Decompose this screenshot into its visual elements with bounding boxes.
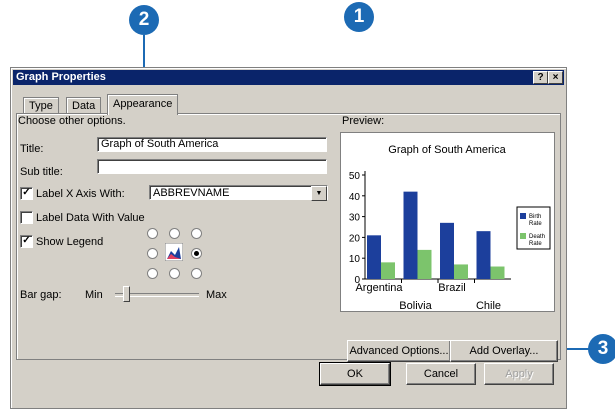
legend-label: Birth	[529, 214, 541, 220]
label-data-checkbox[interactable]	[20, 211, 33, 224]
appearance-panel: Choose other options. Preview: Title: Su…	[16, 113, 561, 362]
tab-data[interactable]: Data	[66, 97, 102, 114]
title-label: Title:	[20, 143, 44, 155]
callout-1: 1	[344, 2, 374, 32]
help-button[interactable]: ?	[533, 71, 548, 84]
bar-birth-argentina	[367, 235, 381, 279]
label-x-axis-checkbox[interactable]: ✓	[20, 187, 33, 200]
legend-label: Death	[529, 234, 545, 240]
legend-pos-top[interactable]	[169, 228, 180, 239]
bar-birth-brazil	[440, 222, 454, 279]
bar-gap-label: Bar gap:	[20, 289, 62, 301]
legend-pos-top-right[interactable]	[191, 228, 202, 239]
ok-button[interactable]: OK	[319, 362, 391, 386]
legend-pos-bottom-right[interactable]	[191, 268, 202, 279]
chart-title: Graph of South America	[388, 144, 506, 156]
y-tick-label: 10	[349, 254, 361, 265]
bar-death-argentina	[381, 262, 395, 279]
bar-gap-min: Min	[85, 289, 103, 301]
chevron-down-icon[interactable]: ▼	[311, 186, 327, 201]
legend-pos-bottom-left[interactable]	[147, 268, 158, 279]
bar-gap-slider-thumb[interactable]	[123, 286, 130, 302]
preview-chart: Graph of South America01020304050Argenti…	[349, 144, 551, 311]
x-tick-label: Brazil	[438, 282, 466, 294]
label-x-axis-value: ABBREVNAME	[153, 187, 230, 199]
label-data-label: Label Data With Value	[36, 212, 145, 224]
x-tick-label: Chile	[476, 300, 501, 311]
callout-2: 2	[129, 5, 159, 35]
y-tick-label: 50	[349, 171, 361, 182]
advanced-options-button[interactable]: Advanced Options...	[347, 340, 451, 362]
x-tick-label: Bolivia	[399, 300, 432, 311]
legend-pos-right[interactable]	[191, 248, 202, 259]
legend-label-2: Rate	[529, 241, 542, 247]
chart-preview: Graph of South America 0 10 20 30 40 50 Argenti…	[340, 132, 555, 312]
tab-appearance[interactable]: Appearance	[107, 94, 179, 115]
bar-death-bolivia	[417, 249, 432, 279]
show-legend-label: Show Legend	[36, 236, 104, 248]
preview-label: Preview:	[342, 115, 385, 127]
legend-pos-top-left[interactable]	[147, 228, 158, 239]
bar-birth-bolivia	[403, 191, 418, 279]
y-tick-label: 30	[349, 213, 361, 224]
window-title: Graph Properties	[16, 71, 106, 83]
title-bar: Graph Properties ? ×	[13, 70, 564, 85]
bar-death-brazil	[454, 264, 468, 279]
instructions-text: Choose other options.	[18, 115, 126, 127]
label-x-axis-label: Label X Axis With:	[36, 188, 125, 200]
legend-pos-left[interactable]	[147, 248, 158, 259]
show-legend-checkbox[interactable]: ✓	[20, 235, 33, 248]
tab-type[interactable]: Type	[23, 97, 59, 114]
bar-death-chile	[490, 266, 505, 279]
chart-preview-icon	[165, 243, 183, 261]
legend-pos-bottom[interactable]	[169, 268, 180, 279]
cancel-button[interactable]: Cancel	[406, 363, 476, 385]
legend-label-2: Rate	[529, 221, 542, 227]
title-input[interactable]	[97, 137, 327, 152]
bar-gap-max: Max	[206, 289, 227, 301]
close-button[interactable]: ×	[548, 71, 563, 84]
label-x-axis-select[interactable]: ABBREVNAME ▼	[149, 185, 328, 201]
apply-button[interactable]: Apply	[484, 363, 554, 385]
x-tick-label: Argentina	[355, 282, 403, 294]
legend-swatch	[520, 233, 526, 239]
bar-birth-chile	[476, 231, 491, 279]
callout-3: 3	[588, 334, 615, 364]
y-tick-label: 40	[349, 192, 361, 203]
subtitle-input[interactable]	[97, 159, 327, 174]
legend-swatch	[520, 213, 526, 219]
label-x-axis-text: Label X Axis With:	[36, 188, 125, 200]
subtitle-label: Sub title:	[20, 166, 63, 178]
add-overlay-button[interactable]: Add Overlay...	[450, 340, 558, 362]
graph-properties-dialog: Graph Properties ? × Type Data Appearanc…	[10, 67, 567, 409]
y-tick-label: 20	[349, 233, 361, 244]
